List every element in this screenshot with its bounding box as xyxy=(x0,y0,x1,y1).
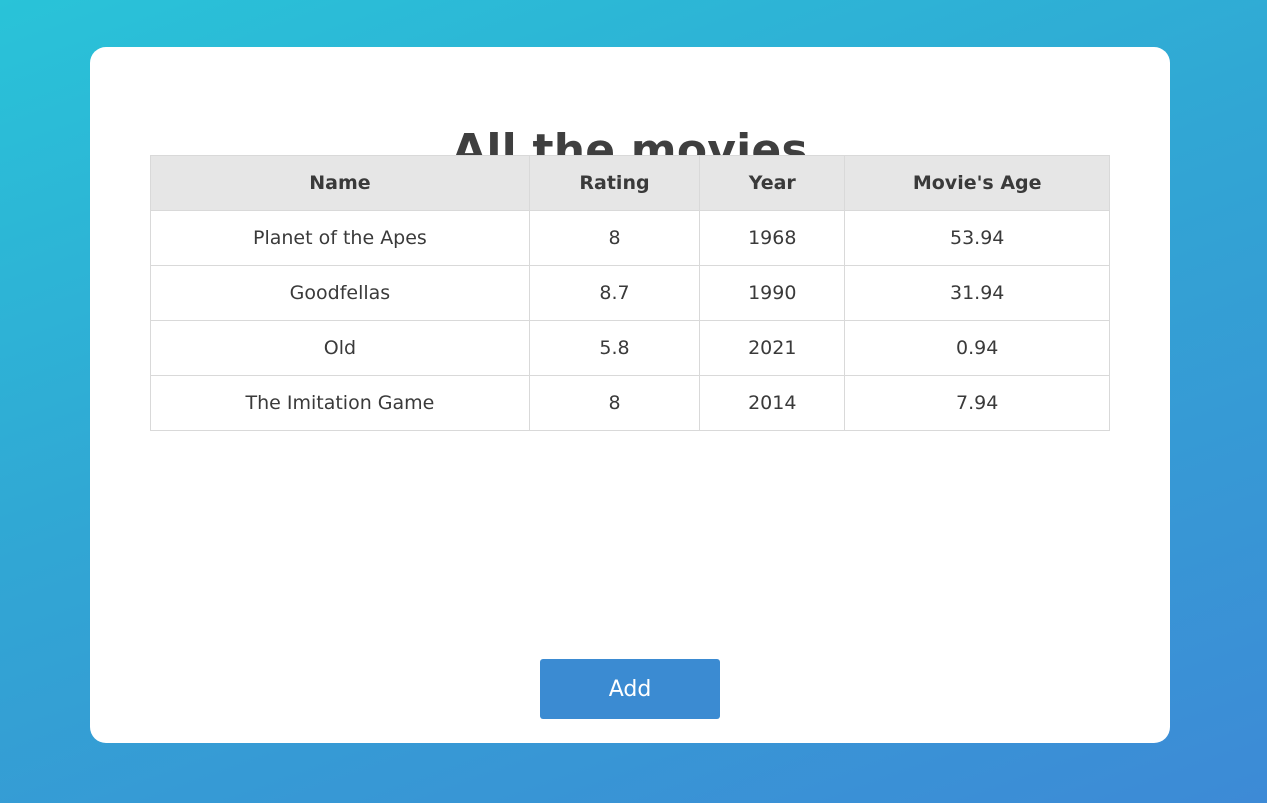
column-header-name[interactable]: Name xyxy=(150,155,530,211)
cell-movie-age: 53.94 xyxy=(844,210,1110,266)
table-row: Goodfellas 8.7 1990 31.94 xyxy=(150,265,1110,321)
cell-name: The Imitation Game xyxy=(150,375,530,431)
cell-year: 2014 xyxy=(699,375,846,431)
table-row: The Imitation Game 8 2014 7.94 xyxy=(150,375,1110,431)
column-header-movie-age[interactable]: Movie's Age xyxy=(844,155,1110,211)
table-header-row: Name Rating Year Movie's Age xyxy=(150,155,1110,211)
table-row: Planet of the Apes 8 1968 53.94 xyxy=(150,210,1110,266)
cell-rating: 8.7 xyxy=(528,265,701,321)
cell-name: Planet of the Apes xyxy=(150,210,530,266)
cell-rating: 8 xyxy=(528,375,701,431)
cell-name: Goodfellas xyxy=(150,265,530,321)
cell-year: 2021 xyxy=(699,320,846,376)
cell-name: Old xyxy=(150,320,530,376)
column-header-year[interactable]: Year xyxy=(699,155,846,211)
cell-rating: 5.8 xyxy=(528,320,701,376)
table-row: Old 5.8 2021 0.94 xyxy=(150,320,1110,376)
add-button[interactable]: Add xyxy=(540,659,720,719)
cell-year: 1968 xyxy=(699,210,846,266)
column-header-rating[interactable]: Rating xyxy=(528,155,701,211)
cell-movie-age: 7.94 xyxy=(844,375,1110,431)
cell-movie-age: 31.94 xyxy=(844,265,1110,321)
cell-movie-age: 0.94 xyxy=(844,320,1110,376)
cell-year: 1990 xyxy=(699,265,846,321)
movies-card: All the movies Name Rating Year Movie's … xyxy=(90,47,1170,743)
cell-rating: 8 xyxy=(528,210,701,266)
movies-table: Name Rating Year Movie's Age Planet of t… xyxy=(150,155,1110,431)
